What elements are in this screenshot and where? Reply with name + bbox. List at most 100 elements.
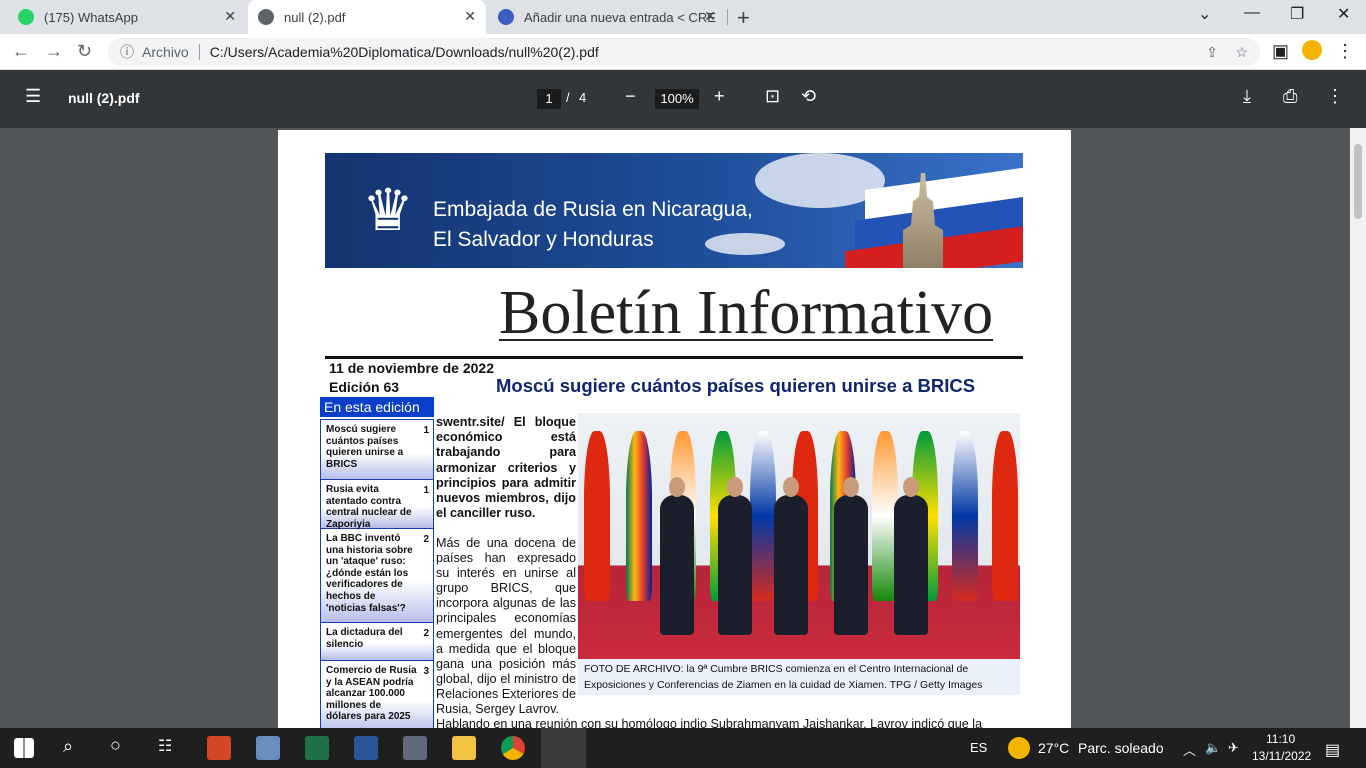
toc-item-text: Comercio de Rusia y la ASEAN podría alca… [326,665,417,723]
toc-item[interactable]: Comercio de Rusia y la ASEAN podría alca… [320,661,434,728]
tab-wordpress[interactable]: Añadir una nueva entrada < CRE ✕ [488,0,726,34]
zoom-input[interactable]: 100% [655,89,699,109]
scrollbar-thumb[interactable] [1354,144,1362,219]
info-icon[interactable]: ⓘ [120,42,134,62]
fit-page-icon[interactable]: ⊡ [765,86,780,107]
tab-divider [727,9,728,25]
chrome-icon[interactable] [501,736,525,760]
maximize-button[interactable]: ❐ [1290,4,1304,24]
scrollbar[interactable] [1350,128,1366,728]
photo-caption: FOTO DE ARCHIVO: la 9ª Cumbre BRICS comi… [578,659,1020,695]
flag [952,431,978,601]
toc-item[interactable]: La BBC inventó una historia sobre un 'at… [320,529,434,623]
calculator-icon[interactable] [403,736,427,760]
file-explorer-icon[interactable] [452,736,476,760]
flag [626,431,652,601]
person [718,477,752,635]
download-icon[interactable]: ⤓ [1243,86,1251,107]
person [894,477,928,635]
tab-strip: (175) WhatsApp ✕ null (2).pdf ✕ Añadir u… [0,0,1366,34]
pdf-toolbar: ☰ null (2).pdf 1 / 4 − 100% + ⊡ ⟲ ⤓ ⎙ ⋮ [0,70,1366,128]
address-bar[interactable]: ⓘ Archivo C:/Users/Academia%20Diplomatic… [108,38,1260,66]
taskbar: ⌕ ○ ☷ ES 27°C Parc. soleado ︿ 🔈 ✈ 11:10 … [0,728,1366,768]
back-icon[interactable]: ← [12,41,30,62]
excel-icon[interactable] [305,736,329,760]
pdf-filename: null (2).pdf [68,90,140,106]
article-lead: swentr.site/ El bloque económico está tr… [436,415,576,521]
airplane-mode-icon[interactable]: ✈ [1228,740,1239,756]
issue-edition: Edición 63 [329,379,400,395]
share-icon[interactable]: ⇪ [1206,44,1218,61]
article-headline: Moscú sugiere cuántos países quieren uni… [496,375,976,396]
flag [750,431,776,601]
tab-title: null (2).pdf [284,9,346,25]
divider [198,44,200,60]
zoom-in-icon[interactable]: + [714,86,725,107]
article-body: Más de una docena de países han expresad… [436,536,577,717]
control-panel-icon[interactable] [256,736,280,760]
bulletin-title: Boletín Informativo [499,279,994,347]
close-window-button[interactable]: ✕ [1337,4,1350,24]
language-indicator[interactable]: ES [970,740,987,755]
zoom-out-icon[interactable]: − [625,86,636,107]
url-text: C:/Users/Academia%20Diplomatica/Download… [209,44,599,60]
toc-item-text: La dictadura del silencio [326,627,403,650]
brics-summit-photo [578,413,1020,659]
print-icon[interactable]: ⎙ [1283,86,1297,107]
word-icon[interactable] [354,736,378,760]
temperature: 27°C [1038,740,1070,756]
toc-item[interactable]: Rusia evita atentado contra central nucl… [320,480,434,530]
chrome-active-icon[interactable] [541,728,586,768]
volume-icon[interactable]: 🔈 [1205,740,1221,756]
powerpoint-icon[interactable] [207,736,231,760]
weather-text: Parc. soleado [1078,740,1164,756]
tab-search-icon[interactable]: ⌄ [1198,4,1211,24]
banner-line-1: Embajada de Rusia en Nicaragua, [433,198,753,221]
article-continuation: Hablando en una reunión con su homólogo … [436,717,983,728]
toc-item-text: La BBC inventó una historia sobre un 'at… [326,533,413,614]
rotate-icon[interactable]: ⟲ [801,86,816,107]
banner-title: Embajada de Rusia en Nicaragua, El Salva… [433,195,753,255]
more-icon[interactable]: ⋮ [1326,86,1344,107]
new-tab-button[interactable]: + [737,5,750,31]
tab-pdf[interactable]: null (2).pdf ✕ [248,0,486,34]
menu-icon[interactable]: ☰ [25,86,41,107]
close-tab-icon[interactable]: ✕ [704,8,716,25]
clock-time[interactable]: 11:10 [1266,732,1295,746]
profile-icon[interactable] [1302,40,1322,60]
toc-item[interactable]: Moscú sugiere cuántos países quieren uni… [320,419,434,480]
page-number-input[interactable]: 1 [537,89,561,109]
windows-start-icon[interactable] [14,738,34,758]
notifications-icon[interactable]: ▤ [1325,740,1340,760]
embassy-banner: ♛ Embajada de Rusia en Nicaragua, El Sal… [325,153,1023,268]
toc-page: 2 [423,628,429,639]
reload-icon[interactable]: ↻ [77,41,92,62]
flag [992,431,1018,601]
table-of-contents: En esta edición Moscú sugiere cuántos pa… [320,397,434,728]
person [774,477,808,635]
close-tab-icon[interactable]: ✕ [224,8,236,25]
total-pages: 4 [579,90,587,105]
sidebar-icon[interactable]: ▣ [1272,41,1289,62]
star-icon[interactable]: ☆ [1235,44,1248,61]
clock-date[interactable]: 13/11/2022 [1252,749,1311,763]
forward-icon[interactable]: → [45,41,63,62]
page-separator: / [566,90,570,105]
tray-chevron-icon[interactable]: ︿ [1183,740,1196,759]
toc-page: 3 [423,666,429,677]
toc-item[interactable]: La dictadura del silencio 2 [320,623,434,661]
close-tab-icon[interactable]: ✕ [464,8,476,25]
toc-page: 1 [423,485,429,496]
browser-menu-icon[interactable]: ⋮ [1336,41,1354,62]
tab-title: (175) WhatsApp [44,9,138,25]
weather-icon[interactable] [1008,737,1030,759]
toolbar: ← → ↻ ⓘ Archivo C:/Users/Academia%20Dipl… [0,34,1366,70]
person [834,477,868,635]
search-icon[interactable]: ⌕ [63,736,73,757]
tab-whatsapp[interactable]: (175) WhatsApp ✕ [8,0,246,34]
file-chip: Archivo [142,44,189,60]
minimize-button[interactable]: — [1244,4,1260,22]
site-favicon-icon [498,9,514,25]
cortana-icon[interactable]: ○ [110,735,121,756]
task-view-icon[interactable]: ☷ [158,736,172,756]
